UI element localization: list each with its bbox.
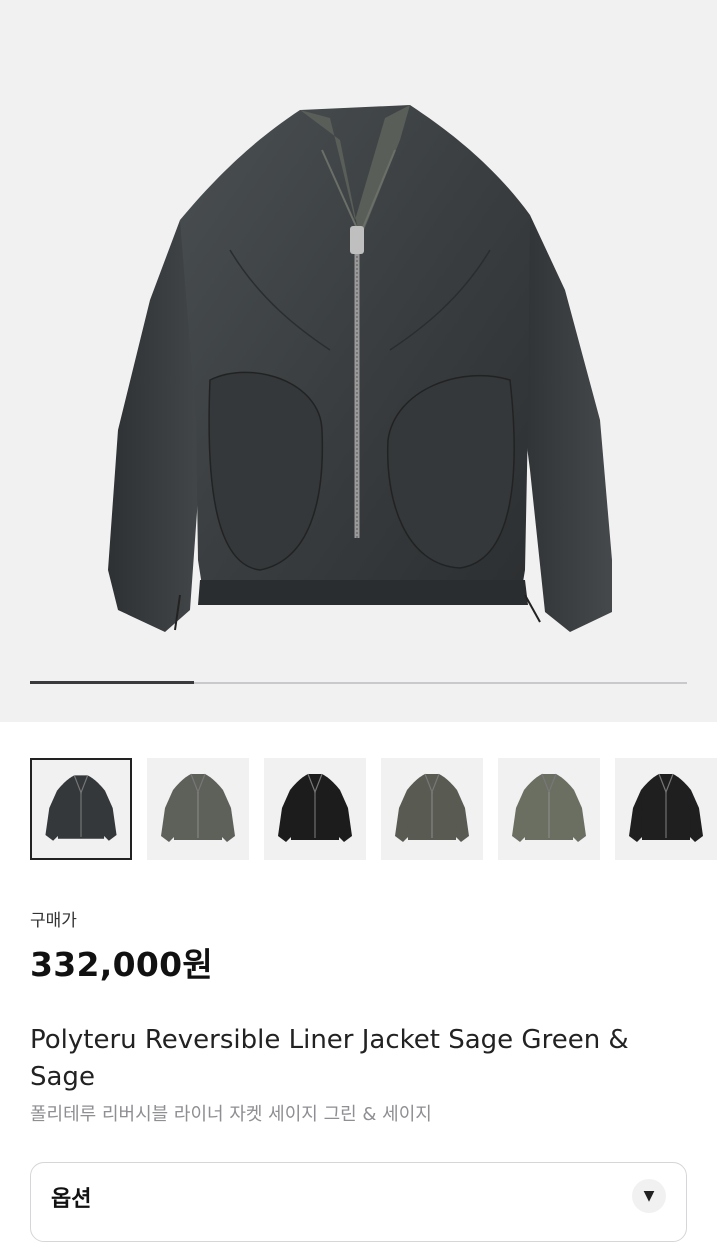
thumb-6[interactable] bbox=[615, 758, 717, 860]
product-title: Polyteru Reversible Liner Jacket Sage Gr… bbox=[30, 1025, 629, 1092]
jacket-thumbnail-image bbox=[395, 773, 469, 842]
product-image-carousel[interactable] bbox=[0, 0, 717, 722]
thumb-2[interactable] bbox=[147, 758, 249, 860]
jacket-thumbnail-image bbox=[45, 775, 117, 841]
jacket-thumbnail-image bbox=[629, 773, 703, 842]
thumb-4[interactable] bbox=[381, 758, 483, 860]
option-select[interactable]: 옵션 ▼ bbox=[30, 1162, 687, 1242]
product-subtitle: 폴리테루 리버시블 라이너 자켓 세이지 그린 & 세이지 bbox=[30, 1104, 432, 1125]
thumb-3[interactable] bbox=[264, 758, 366, 860]
thumb-1[interactable] bbox=[30, 758, 132, 860]
jacket-thumbnail-image bbox=[278, 773, 352, 842]
chevron-down-icon[interactable]: ▼ bbox=[632, 1179, 666, 1213]
option-label: 옵션 bbox=[51, 1187, 92, 1212]
carousel-progress-track bbox=[30, 681, 687, 684]
carousel-progress-fill bbox=[30, 681, 195, 684]
jacket-image bbox=[108, 105, 612, 632]
price-label: 구매가 bbox=[30, 911, 77, 931]
jacket-thumbnail-image bbox=[512, 773, 586, 842]
thumbnail-strip[interactable] bbox=[30, 758, 717, 862]
thumb-5[interactable] bbox=[498, 758, 600, 860]
price-value: 332,000원 bbox=[30, 945, 214, 984]
jacket-thumbnail-image bbox=[161, 773, 235, 842]
